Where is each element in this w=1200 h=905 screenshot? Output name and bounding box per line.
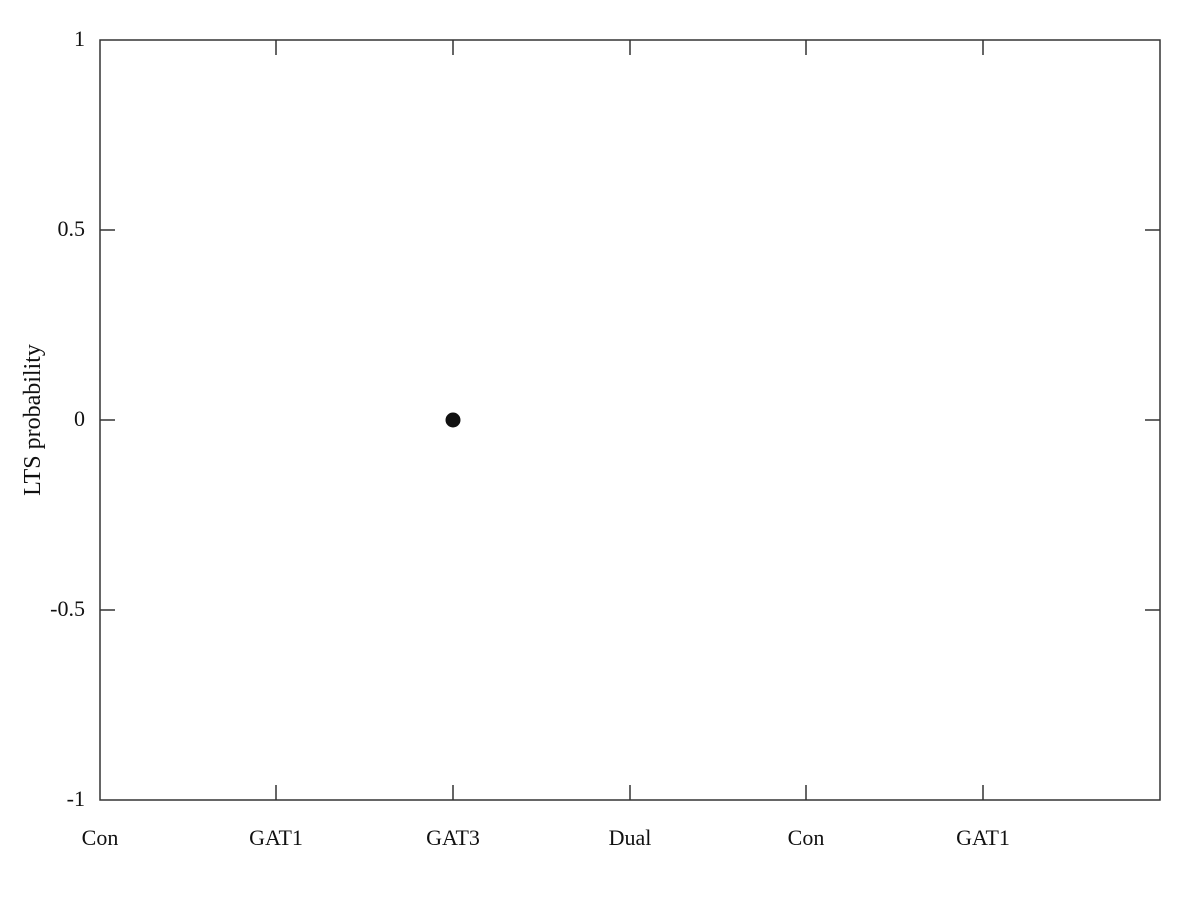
ylabel-5: -1 [67, 786, 85, 811]
ylabel-3: 0 [74, 406, 85, 431]
ylabel-2: 0.5 [58, 216, 86, 241]
plot-background [100, 40, 1160, 800]
xlabel-gat1-2: GAT1 [956, 825, 1010, 850]
data-point-gat3 [446, 413, 460, 427]
ylabel-4: -0.5 [50, 596, 85, 621]
yaxis-label: LTS probability [20, 344, 46, 496]
xlabel-con2: Con [788, 825, 825, 850]
xlabel-dual: Dual [609, 825, 652, 850]
chart-svg: 1 0.5 0 -0.5 -1 Con GAT1 GAT3 Dual Con G… [0, 0, 1200, 900]
ylabel-1: 1 [74, 26, 85, 51]
xlabel-gat3: GAT3 [426, 825, 480, 850]
chart-container: 1 0.5 0 -0.5 -1 Con GAT1 GAT3 Dual Con G… [0, 0, 1200, 900]
xlabel-con1: Con [82, 825, 119, 850]
xlabel-gat1-1: GAT1 [249, 825, 303, 850]
